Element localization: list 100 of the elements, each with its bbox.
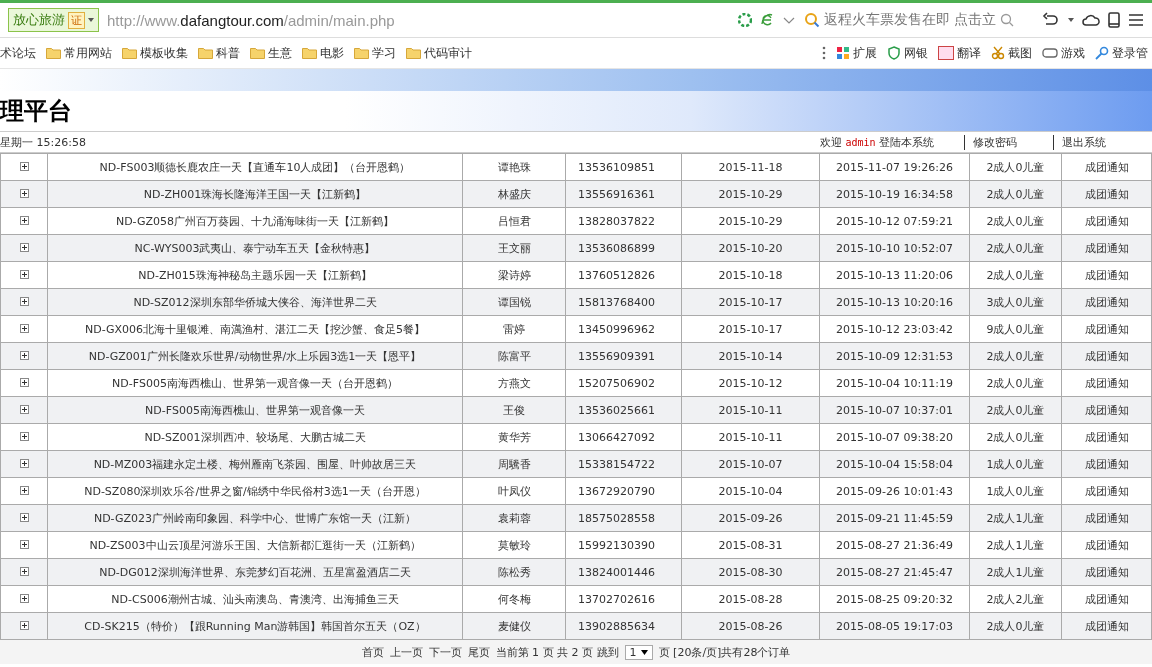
expand-icon[interactable] <box>19 161 29 171</box>
table-cell: 成团通知 <box>1061 261 1152 289</box>
table-cell: 2015-10-11 <box>681 423 820 451</box>
table-cell: 2015-10-18 <box>681 261 820 289</box>
table-cell: 2015-10-17 <box>681 288 820 316</box>
expand-icon[interactable] <box>19 377 29 387</box>
bookmark-folder[interactable]: 科普 <box>198 44 240 62</box>
page-select[interactable]: 1 <box>624 644 653 660</box>
header-link[interactable]: 退出系统 <box>1053 134 1106 150</box>
table-cell: 成团通知 <box>1061 450 1152 478</box>
folder-icon <box>406 47 421 59</box>
table-cell: 18575028558 <box>565 504 682 532</box>
bookmark-folder[interactable]: 代码审计 <box>406 44 472 62</box>
toolbar-button[interactable]: 游戏 <box>1042 44 1085 62</box>
expand-icon[interactable] <box>19 323 29 333</box>
table-cell: 2015-08-27 21:36:49 <box>819 531 970 559</box>
table-cell: 叶凤仪 <box>462 477 566 505</box>
table-cell: 2015-10-12 07:59:21 <box>819 207 970 235</box>
table-cell: 2015-10-07 09:38:20 <box>819 423 970 451</box>
table-cell: 雷婷 <box>462 315 566 343</box>
bookmark-folder[interactable]: 模板收集 <box>122 44 188 62</box>
table-cell: ND-FS005南海西樵山、世界第一观音像一天 <box>47 396 463 424</box>
header-link[interactable]: 修改密码 <box>964 134 1017 150</box>
table-cell: 成团通知 <box>1061 585 1152 613</box>
table-cell: 13672920790 <box>565 477 682 505</box>
bookmark-folder[interactable]: 生意 <box>250 44 292 62</box>
more-icon[interactable] <box>822 46 826 60</box>
expand-icon[interactable] <box>19 431 29 441</box>
folder-icon <box>302 47 317 59</box>
table-cell: 15338154722 <box>565 450 682 478</box>
table-cell: 袁莉蓉 <box>462 504 566 532</box>
table-cell: 2015-10-29 <box>681 207 820 235</box>
pager-link[interactable]: 上一页 <box>389 644 423 660</box>
caret-icon[interactable] <box>1068 18 1074 22</box>
table-cell: 2成人1儿童 <box>969 558 1062 586</box>
table-cell: 1成人0儿童 <box>969 450 1062 478</box>
expand-icon[interactable] <box>19 485 29 495</box>
table-cell: 13556916361 <box>565 180 682 208</box>
menu-icon[interactable] <box>1128 13 1144 27</box>
table-cell: ND-SZ001深圳西冲、较场尾、大鹏古城二天 <box>47 423 463 451</box>
expand-icon[interactable] <box>19 566 29 576</box>
expand-icon[interactable] <box>19 215 29 225</box>
table-cell: 1成人0儿童 <box>969 477 1062 505</box>
expand-icon[interactable] <box>19 188 29 198</box>
expand-icon[interactable] <box>19 458 29 468</box>
toolbar-button[interactable]: 网银 <box>887 44 928 62</box>
folder-icon <box>354 47 369 59</box>
bookmark-folder[interactable]: 电影 <box>302 44 344 62</box>
table-cell: 9成人0儿童 <box>969 315 1062 343</box>
folder-icon <box>46 47 61 59</box>
toolbar-button[interactable]: 截图 <box>991 44 1032 62</box>
table-cell: 2015-10-04 15:58:04 <box>819 450 970 478</box>
expand-icon[interactable] <box>19 620 29 630</box>
expand-icon[interactable] <box>19 269 29 279</box>
toolbar-button[interactable]: 登录管 <box>1095 44 1148 62</box>
search-icon[interactable] <box>1000 13 1015 27</box>
bookmark-folder[interactable]: 学习 <box>354 44 396 62</box>
search-field[interactable]: 返程火车票发售在即 点击立 <box>804 11 1034 29</box>
undo-icon[interactable] <box>1042 12 1060 28</box>
table-cell: 2015-11-07 19:26:26 <box>819 153 970 181</box>
cloud-icon[interactable] <box>1082 13 1100 27</box>
table-cell: 2015-10-09 12:31:53 <box>819 342 970 370</box>
table-cell: 2015-10-13 10:20:16 <box>819 288 970 316</box>
folder-icon <box>250 47 265 59</box>
expand-icon[interactable] <box>19 539 29 549</box>
table-cell: 麦健仪 <box>462 612 566 640</box>
expand-icon[interactable] <box>19 242 29 252</box>
address-field[interactable]: http://www.dafangtour.com/admin/main.php <box>107 11 730 29</box>
table-cell: 2成人0儿童 <box>969 261 1062 289</box>
bookmark-link[interactable]: 术论坛 <box>0 44 36 62</box>
table-cell: 13536109851 <box>565 153 682 181</box>
expand-icon[interactable] <box>19 512 29 522</box>
table-cell: 成团通知 <box>1061 531 1152 559</box>
table-cell: 2015-09-26 10:01:43 <box>819 477 970 505</box>
table-cell: ND-CS006潮州古城、汕头南澳岛、青澳湾、出海捕鱼三天 <box>47 585 463 613</box>
table-cell: ND-ZH001珠海长隆海洋王国一天【江新鹤】 <box>47 180 463 208</box>
expand-icon[interactable] <box>19 296 29 306</box>
table-cell: ND-SZ012深圳东部华侨城大侠谷、海洋世界二天 <box>47 288 463 316</box>
table-cell: 2015-10-07 10:37:01 <box>819 396 970 424</box>
table-cell: 2015-10-12 23:03:42 <box>819 315 970 343</box>
site-badge[interactable]: 放心旅游 证 <box>8 8 99 32</box>
expand-icon[interactable] <box>19 404 29 414</box>
expand-icon[interactable] <box>19 593 29 603</box>
pager-link[interactable]: 下一页 <box>428 644 462 660</box>
table-cell: 方燕文 <box>462 369 566 397</box>
toolbar-button[interactable]: 翻译 <box>938 44 981 62</box>
pager-link[interactable]: 尾页 <box>467 644 490 660</box>
table-cell: 成团通知 <box>1061 342 1152 370</box>
table-cell: ND-FS003顺德长鹿农庄一天【直通车10人成团】（台开恩鹤） <box>47 153 463 181</box>
table-cell: 2015-10-17 <box>681 315 820 343</box>
pager-link[interactable]: 首页 <box>361 644 384 660</box>
expand-icon[interactable] <box>19 350 29 360</box>
table-cell: 2015-08-27 21:45:47 <box>819 558 970 586</box>
table-cell: 成团通知 <box>1061 288 1152 316</box>
table-cell: NC-WYS003武夷山、泰宁动车五天【金秋特惠】 <box>47 234 463 262</box>
toolbar-button[interactable]: 扩展 <box>836 44 877 62</box>
table-cell: 3成人0儿童 <box>969 288 1062 316</box>
phone-icon[interactable] <box>1108 12 1120 28</box>
table-cell: 周驣香 <box>462 450 566 478</box>
bookmark-folder[interactable]: 常用网站 <box>46 44 112 62</box>
